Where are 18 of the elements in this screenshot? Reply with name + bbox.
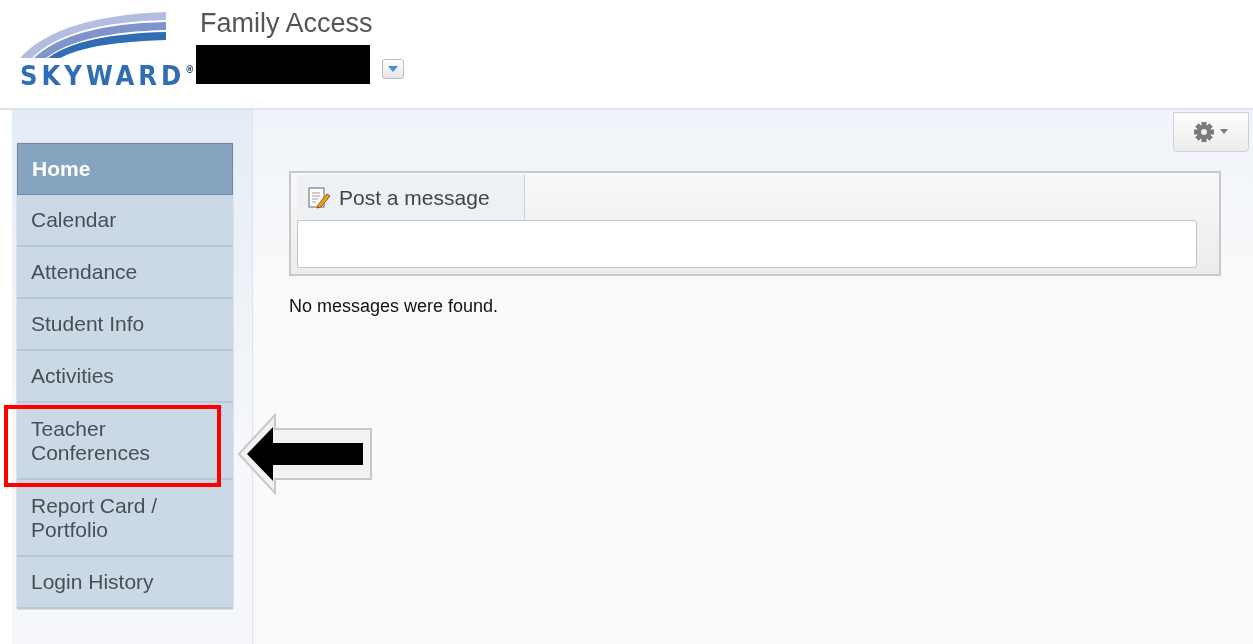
empty-message: No messages were found. <box>289 296 500 317</box>
nav-item[interactable]: Activities <box>17 351 233 403</box>
post-message-tab[interactable]: Post a message <box>297 175 525 220</box>
nav-item[interactable]: Student Info <box>17 299 233 351</box>
caret-icon <box>1219 129 1229 135</box>
caret-icon <box>388 65 398 72</box>
nav-item[interactable]: Calendar <box>17 195 233 247</box>
nav-item[interactable]: Report Card / Portfolio <box>17 480 233 557</box>
message-input[interactable] <box>297 220 1197 268</box>
dropdown-button[interactable] <box>382 58 404 79</box>
nav-item[interactable]: Login History <box>17 557 233 609</box>
logo-text: SKYWARD$^{®}$ <box>20 60 195 92</box>
nav-item[interactable]: Teacher Conferences <box>17 403 233 480</box>
gear-icon <box>1193 121 1215 143</box>
nav-item[interactable]: Attendance <box>17 247 233 299</box>
settings-button[interactable] <box>1173 112 1249 152</box>
app-title: Family Access <box>200 8 374 39</box>
note-pencil-icon <box>307 185 331 210</box>
